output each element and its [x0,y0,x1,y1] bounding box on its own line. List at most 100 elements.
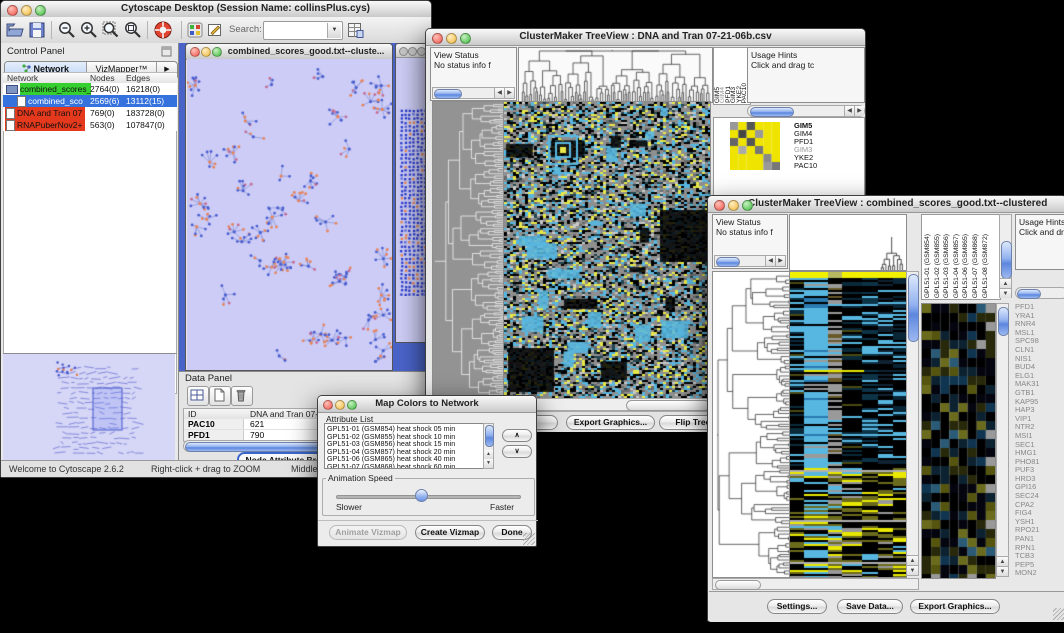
scroll-up-icon[interactable]: ▲ [907,555,918,565]
scroll-up-icon[interactable]: ▲ [1000,278,1011,288]
network-view-window[interactable]: combined_scores_good.txt--cluste... [185,43,393,371]
network-graph-view[interactable] [187,59,392,370]
dialog-titlebar[interactable]: Map Colors to Network [318,396,536,413]
scrollbar-thumb[interactable] [908,274,919,342]
tv2-row-dendrogram[interactable] [712,271,791,578]
scroll-down-icon[interactable]: ▼ [907,565,918,575]
attribute-item[interactable]: GPL51-03 (GSM856) heat shock 15 min [327,440,491,448]
gene-label[interactable]: MON2 [1015,569,1064,578]
slider-thumb[interactable] [415,489,428,502]
chevron-down-icon[interactable]: ▼ [327,23,341,38]
resize-grip[interactable] [523,533,535,545]
attribute-grid-button[interactable] [187,386,209,406]
attribute-list-vscrollbar[interactable]: ▲ ▼ [483,423,494,469]
save-icon[interactable] [27,20,47,40]
scroll-up-icon[interactable]: ▲ [484,450,493,459]
tv1-heatmap[interactable] [503,101,711,399]
close-icon[interactable] [399,47,408,56]
import-table-icon[interactable] [347,20,364,40]
search-field[interactable] [265,23,329,38]
scrollbar-thumb[interactable] [750,107,794,117]
scroll-down-icon[interactable]: ▼ [997,566,1008,576]
export-graphics-button[interactable]: Export Graphics... [910,599,1000,614]
tv2-heatmap[interactable] [789,271,907,578]
zoom-fit-icon[interactable] [123,20,143,40]
scroll-right-icon[interactable]: ▶ [854,106,864,116]
scroll-right-icon[interactable]: ▶ [775,256,785,266]
create-vizmap-button[interactable]: Create Vizmap [415,525,485,540]
scroll-left-icon[interactable]: ◀ [844,106,854,116]
main-titlebar[interactable]: Cytoscape Desktop (Session Name: collins… [1,1,431,18]
move-down-button[interactable]: ∨ [502,445,532,458]
tv1-hints-hscrollbar[interactable]: ◀ ▶ [747,105,865,117]
zoom-window-icon[interactable] [212,47,222,57]
network-overview-thumbnail[interactable] [3,353,177,463]
help-lifebuoy-icon[interactable] [153,20,173,40]
close-icon[interactable] [714,200,725,211]
zoom-out-icon[interactable] [57,20,77,40]
tv2-heatmap-hscrollbar[interactable] [712,578,919,590]
network-list-row[interactable]: DNA and Tran 07 769(0) 183728(0) [3,107,177,119]
move-up-button[interactable]: ∧ [502,429,532,442]
attribute-item[interactable]: GPL51-06 (GSM865) heat shock 40 min [327,455,491,463]
attribute-item[interactable]: GPL51-01 (GSM854) heat shock 05 min [327,425,491,433]
close-icon[interactable] [190,47,200,57]
close-icon[interactable] [7,5,18,16]
scroll-left-icon[interactable]: ◀ [765,256,775,266]
tv1-titlebar[interactable]: ClusterMaker TreeView : DNA and Tran 07-… [426,29,865,46]
animation-speed-slider[interactable] [336,495,521,499]
settings-button[interactable]: Settings... [767,599,827,614]
scroll-right-icon[interactable]: ▶ [504,88,514,98]
zoom-window-icon[interactable] [460,33,471,44]
zoom-selected-icon[interactable] [101,20,121,40]
close-icon[interactable] [432,33,443,44]
minimize-icon[interactable] [408,47,417,56]
attribute-item[interactable]: GPL51-02 (GSM855) heat shock 10 min [327,433,491,441]
scrollbar-thumb[interactable] [715,580,761,590]
tv1-row-dendrogram[interactable] [432,101,504,399]
search-input[interactable]: ▼ [263,21,343,40]
minimize-icon[interactable] [446,33,457,44]
minimize-icon[interactable] [201,47,211,57]
tv2-zoom-heatmap[interactable] [921,303,996,579]
network-list-row[interactable]: combined_sco 2569(6) 13112(15) [3,95,177,107]
vizmapper-palette-icon[interactable] [187,20,203,40]
tv2-hints-hscrollbar[interactable] [1015,287,1064,299]
attribute-item[interactable]: GPL51-04 (GSM857) heat shock 20 min [327,448,491,456]
tv2-titlebar[interactable]: ClusterMaker TreeView : combined_scores_… [708,196,1064,213]
delete-trash-button[interactable] [231,386,253,406]
new-document-button[interactable] [209,386,231,406]
close-icon[interactable] [323,400,333,410]
export-graphics-button[interactable]: Export Graphics... [566,415,655,430]
scrollbar-thumb[interactable] [998,307,1009,336]
network-list-row[interactable]: RNAPuberNov2+ 563(0) 107847(0) [3,119,177,131]
tv1-selected-matrix[interactable] [730,122,780,170]
zoom-window-icon[interactable] [742,200,753,211]
tv2-labels-vscrollbar[interactable]: ▲ ▼ [999,214,1012,298]
minimize-icon[interactable] [728,200,739,211]
tv2-heatmap-vscrollbar[interactable]: ▲ ▼ [906,271,919,576]
minimize-icon[interactable] [21,5,32,16]
scroll-down-icon[interactable]: ▼ [1000,288,1011,298]
minimize-icon[interactable] [335,400,345,410]
scrollbar-thumb[interactable] [1017,289,1041,299]
scroll-down-icon[interactable]: ▼ [484,459,493,468]
tv1-column-dendrogram[interactable] [518,47,713,103]
network-list-row[interactable]: combined_scores_ 2764(0) 16218(0) [3,83,177,95]
scroll-up-icon[interactable]: ▲ [997,556,1008,566]
attribute-list[interactable]: GPL51-01 (GSM854) heat shock 05 minGPL51… [324,423,494,469]
scrollbar-thumb[interactable] [716,257,740,267]
zoom-window-icon[interactable] [35,5,46,16]
zoom-in-icon[interactable] [79,20,99,40]
scrollbar-thumb[interactable] [434,89,462,99]
save-data-button[interactable]: Save Data... [837,599,903,614]
zoom-window-icon[interactable] [347,400,357,410]
scrollbar-thumb[interactable] [626,400,710,411]
animate-vizmap-button[interactable]: Animate Vizmap [329,525,407,540]
annotation-icon[interactable] [207,20,223,40]
scrollbar-thumb[interactable] [485,425,494,447]
gene-label[interactable]: PAC10 [794,162,858,170]
tv2-status-hscrollbar[interactable]: ◀ ▶ [714,255,786,267]
resize-grip[interactable] [1053,608,1064,620]
scrollbar-thumb[interactable] [1001,241,1012,279]
